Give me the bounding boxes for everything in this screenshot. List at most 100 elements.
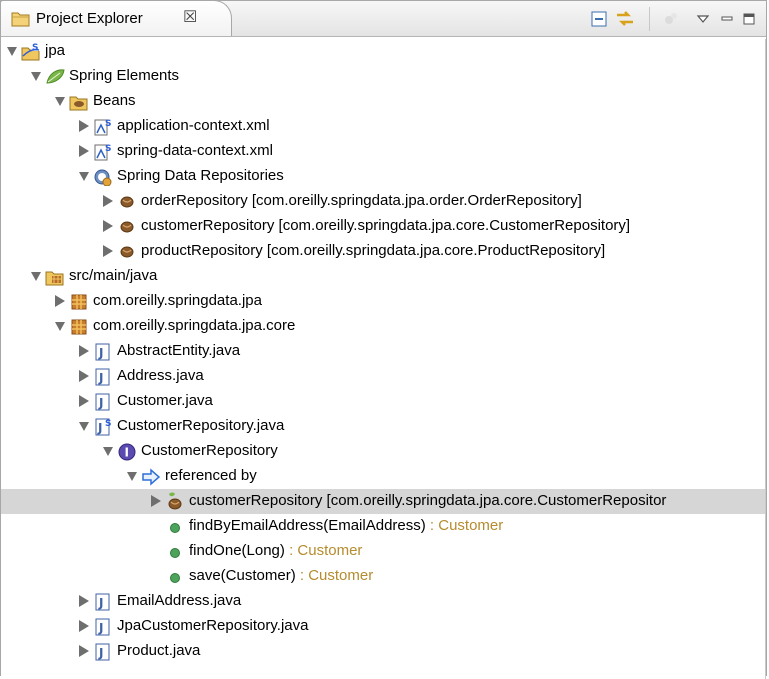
tree-item-label: Product.java — [117, 642, 201, 659]
java-spring-file-icon: JS — [95, 418, 111, 436]
tree-item[interactable]: src/main/java — [1, 264, 766, 289]
tree-item[interactable]: Spring Elements — [1, 64, 766, 89]
tree-item-label: com.oreilly.springdata.jpa — [93, 292, 262, 309]
return-type-decoration: : Customer — [425, 517, 504, 534]
tree-item[interactable]: Sspring-data-context.xml — [1, 139, 766, 164]
expanded-arrow-icon[interactable] — [55, 322, 65, 331]
tree-item[interactable]: Sjpa — [1, 39, 766, 64]
tree-item-label: Address.java — [117, 367, 204, 384]
svg-text:S: S — [32, 43, 38, 53]
tree-item[interactable]: J EmailAddress.java — [1, 589, 766, 614]
view-menu-icon[interactable] — [693, 9, 713, 29]
collapsed-arrow-icon[interactable] — [79, 345, 89, 357]
expanded-arrow-icon[interactable] — [127, 472, 137, 481]
collapsed-arrow-icon[interactable] — [79, 595, 89, 607]
tab-title: Project Explorer — [36, 10, 143, 27]
collapsed-arrow-icon[interactable] — [103, 220, 113, 232]
tree-item[interactable]: customerRepository [com.oreilly.springda… — [1, 489, 766, 514]
svg-text:J: J — [98, 371, 103, 385]
tree-item[interactable]: J JpaCustomerRepository.java — [1, 614, 766, 639]
source-folder-icon — [45, 271, 64, 286]
expanded-arrow-icon[interactable] — [7, 47, 17, 56]
tree-item[interactable]: Sapplication-context.xml — [1, 114, 766, 139]
spring-data-icon — [94, 169, 112, 186]
bean-icon — [120, 196, 134, 208]
disabled-toolbar-icon — [661, 9, 681, 29]
tree-item-label: CustomerRepository.java — [117, 417, 285, 434]
expanded-arrow-icon[interactable] — [103, 447, 113, 456]
svg-text:S: S — [105, 119, 111, 129]
collapsed-arrow-icon[interactable] — [103, 195, 113, 207]
tree-item-label: jpa — [45, 42, 66, 59]
svg-text:J: J — [97, 421, 102, 435]
java-file-icon: J — [95, 643, 110, 661]
tree-item[interactable]: J Customer.java — [1, 389, 766, 414]
collapsed-arrow-icon[interactable] — [55, 295, 65, 307]
method-icon — [170, 573, 180, 583]
java-file-icon: J — [95, 393, 110, 411]
close-tab-icon[interactable]: ☒ — [183, 7, 197, 27]
collapse-all-icon[interactable] — [589, 9, 609, 29]
tree-item[interactable]: Spring Data Repositories — [1, 164, 766, 189]
tree-item-label: productRepository [com.oreilly.springdat… — [141, 242, 606, 259]
tree-item[interactable]: productRepository [com.oreilly.springdat… — [1, 239, 766, 264]
expanded-arrow-icon[interactable] — [79, 422, 89, 431]
java-file-icon: J — [95, 368, 110, 386]
collapsed-arrow-icon[interactable] — [79, 120, 89, 132]
collapsed-arrow-icon[interactable] — [79, 645, 89, 657]
svg-text:S: S — [105, 419, 111, 429]
link-with-editor-icon[interactable] — [615, 9, 635, 29]
tree-item-label: save(Customer) : Customer — [189, 567, 374, 584]
interface-icon: I — [118, 443, 136, 461]
tree-item[interactable]: J S CustomerRepository.java — [1, 414, 766, 439]
expanded-arrow-icon[interactable] — [55, 97, 65, 106]
java-file-icon: J — [95, 618, 110, 636]
expanded-arrow-icon[interactable] — [31, 72, 41, 81]
tree-item-label: findByEmailAddress(EmailAddress) : Custo… — [189, 517, 504, 534]
tree-item[interactable]: J Product.java — [1, 639, 766, 664]
collapsed-arrow-icon[interactable] — [79, 370, 89, 382]
tree-item[interactable]: J Address.java — [1, 364, 766, 389]
collapsed-arrow-icon[interactable] — [103, 245, 113, 257]
tree-item-label: orderRepository [com.oreilly.springdata.… — [141, 192, 582, 209]
tree-item-label: spring-data-context.xml — [117, 142, 273, 159]
svg-text:J: J — [98, 346, 103, 360]
collapsed-arrow-icon[interactable] — [79, 395, 89, 407]
tree-item[interactable]: findOne(Long) : Customer — [1, 539, 766, 564]
minimize-icon[interactable] — [717, 9, 737, 29]
collapsed-arrow-icon[interactable] — [79, 620, 89, 632]
package-icon — [71, 319, 87, 335]
java-file-icon: J — [95, 343, 110, 361]
tree-item-label: Beans — [93, 92, 136, 109]
package-icon — [71, 294, 87, 310]
beans-folder-icon — [69, 96, 88, 111]
tree-item[interactable]: J AbstractEntity.java — [1, 339, 766, 364]
spring-bean-icon — [168, 492, 182, 510]
collapsed-arrow-icon[interactable] — [151, 495, 161, 507]
tree-item-label: Spring Elements — [69, 67, 180, 84]
collapsed-arrow-icon[interactable] — [79, 145, 89, 157]
bean-icon — [120, 221, 134, 233]
tree-item-label: referenced by — [165, 467, 257, 484]
tree-item[interactable]: referenced by — [1, 464, 766, 489]
tree-item[interactable]: com.oreilly.springdata.jpa — [1, 289, 766, 314]
method-icon — [170, 548, 180, 558]
expanded-arrow-icon[interactable] — [31, 272, 41, 281]
tree-item[interactable]: com.oreilly.springdata.jpa.core — [1, 314, 766, 339]
tree-item-label: Customer.java — [117, 392, 213, 409]
tree-item[interactable]: Beans — [1, 89, 766, 114]
tree-item[interactable]: save(Customer) : Customer — [1, 564, 766, 589]
tree-item[interactable]: orderRepository [com.oreilly.springdata.… — [1, 189, 766, 214]
svg-text:J: J — [98, 596, 103, 610]
toolbar-separator — [649, 7, 650, 31]
expanded-arrow-icon[interactable] — [79, 172, 89, 181]
project-explorer-tab[interactable]: Project Explorer ☒ — [0, 0, 232, 36]
java-file-icon: J — [95, 593, 110, 611]
view-title-bar: Project Explorer ☒ — [0, 0, 766, 37]
referenced-by-icon — [142, 468, 161, 486]
tree-item[interactable]: I CustomerRepository — [1, 439, 766, 464]
tree-item[interactable]: customerRepository [com.oreilly.springda… — [1, 214, 766, 239]
maximize-icon[interactable] — [739, 9, 759, 29]
svg-text:S: S — [105, 144, 111, 154]
tree-item[interactable]: findByEmailAddress(EmailAddress) : Custo… — [1, 514, 766, 539]
